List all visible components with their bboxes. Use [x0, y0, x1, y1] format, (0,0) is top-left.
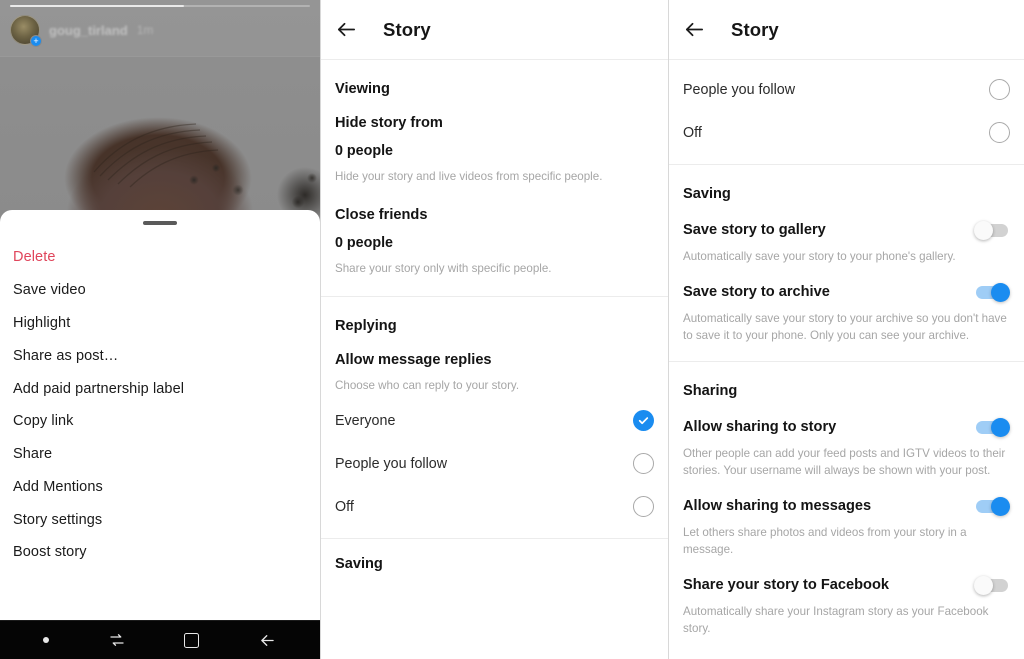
android-navigation-bar — [0, 620, 320, 659]
sheet-item-boost-story[interactable]: Boost story — [13, 536, 307, 569]
sheet-item-add-paid-partnership-label[interactable]: Add paid partnership label — [13, 372, 307, 405]
row-allow-sharing-to-story: Allow sharing to story Other people can … — [683, 417, 1010, 479]
story-action-list: Delete Save video Highlight Share as pos… — [13, 241, 307, 569]
back-arrow-icon[interactable] — [683, 18, 707, 42]
story-progress-bar — [10, 5, 310, 7]
section-heading-replying: Replying — [335, 317, 397, 334]
plus-badge-icon[interactable]: + — [30, 35, 42, 47]
row-subtitle: Let others share photos and videos from … — [683, 526, 967, 556]
radio-empty-icon[interactable] — [633, 453, 654, 475]
toggle-allow-sharing-to-messages[interactable] — [974, 496, 1010, 516]
row-title: Allow message replies — [335, 351, 492, 368]
option-label: Everyone — [335, 412, 396, 429]
sheet-item-save-video[interactable]: Save video — [13, 274, 307, 307]
toggle-save-story-to-archive[interactable] — [974, 282, 1010, 302]
sheet-item-story-settings[interactable]: Story settings — [13, 503, 307, 536]
sharing-section: Sharing Allow sharing to story Other peo… — [669, 362, 1024, 637]
row-save-story-to-archive: Save story to archive Automatically save… — [683, 282, 1010, 344]
story-header-divider — [0, 56, 320, 57]
radio-empty-icon[interactable] — [989, 79, 1010, 100]
saving-section: Saving Save story to gallery Automatical… — [669, 165, 1024, 344]
story-settings-panel-2: Story People you follow Off Saving Save … — [668, 0, 1024, 659]
appbar-divider — [669, 59, 1024, 60]
page-title: Story — [383, 18, 431, 40]
row-allow-sharing-to-messages: Allow sharing to messages Let others sha… — [683, 496, 1010, 558]
row-subtitle: Automatically share your Instagram story… — [683, 605, 989, 635]
row-title: Share your story to Facebook — [683, 577, 889, 594]
option-label: Off — [335, 498, 354, 515]
option-label: People you follow — [683, 81, 796, 98]
sheet-item-highlight[interactable]: Highlight — [13, 307, 307, 340]
row-value: 0 people — [335, 143, 393, 159]
section-heading-saving: Saving — [683, 186, 731, 202]
story-viewer-panel: + goug_tirland 1m Delete Save video High… — [0, 0, 320, 659]
row-subtitle: Share your story only with specific peop… — [335, 262, 552, 276]
back-arrow-icon[interactable] — [335, 18, 359, 42]
row-subtitle: Automatically save your story to your ph… — [683, 250, 956, 263]
section-heading-viewing: Viewing — [335, 81, 390, 97]
story-timestamp: 1m — [136, 23, 154, 37]
row-title: Save story to gallery — [683, 222, 826, 238]
home-icon[interactable] — [184, 632, 200, 648]
back-icon[interactable] — [258, 631, 277, 650]
option-label: Off — [683, 124, 702, 141]
reply-option-people-you-follow[interactable]: People you follow — [683, 79, 1010, 100]
row-subtitle: Other people can add your feed posts and… — [683, 447, 1006, 477]
section-heading-saving: Saving — [335, 556, 383, 573]
row-allow-message-replies: Allow message replies Choose who can rep… — [335, 352, 654, 394]
viewing-section: Viewing Hide story from 0 people Hide yo… — [321, 60, 668, 278]
row-subtitle: Automatically save your story to your ar… — [683, 312, 1007, 342]
story-action-sheet: Delete Save video Highlight Share as pos… — [0, 210, 320, 620]
toggle-save-story-to-gallery[interactable] — [974, 220, 1010, 240]
sheet-item-share[interactable]: Share — [13, 438, 307, 471]
story-hair-detail — [93, 123, 219, 188]
radio-empty-icon[interactable] — [989, 122, 1010, 143]
reply-option-off[interactable]: Off — [683, 122, 1010, 143]
reply-option-off[interactable]: Off — [335, 496, 654, 518]
story-header: + goug_tirland 1m — [0, 0, 320, 56]
toggle-allow-sharing-to-story[interactable] — [974, 417, 1010, 437]
assistant-dot-icon[interactable] — [43, 637, 50, 643]
sheet-item-share-as-post[interactable]: Share as post… — [13, 339, 307, 372]
row-close-friends[interactable]: Close friends 0 people Share your story … — [335, 207, 654, 277]
sheet-item-copy-link[interactable]: Copy link — [13, 405, 307, 438]
saving-section: Saving — [321, 539, 668, 572]
row-share-your-story-to-facebook: Share your story to Facebook Automatical… — [683, 575, 1010, 637]
reply-option-everyone[interactable]: Everyone — [335, 410, 654, 432]
recents-icon[interactable] — [108, 631, 126, 649]
row-title: Save story to archive — [683, 284, 830, 301]
page-title: Story — [731, 18, 779, 40]
avatar[interactable]: + — [10, 15, 42, 47]
row-hide-story-from[interactable]: Hide story from 0 people Hide your story… — [335, 115, 654, 185]
screenshot-root: + goug_tirland 1m Delete Save video High… — [0, 0, 1024, 659]
option-label: People you follow — [335, 455, 448, 472]
story-settings-panel-1: Story Viewing Hide story from 0 people H… — [320, 0, 668, 659]
sheet-item-add-mentions[interactable]: Add Mentions — [13, 470, 307, 503]
row-title: Hide story from — [335, 115, 443, 131]
row-title: Close friends — [335, 207, 428, 224]
reply-option-people-you-follow[interactable]: People you follow — [335, 453, 654, 475]
radio-empty-icon[interactable] — [633, 496, 654, 518]
drag-handle-icon[interactable] — [143, 221, 177, 225]
story-username[interactable]: goug_tirland — [49, 23, 128, 38]
replying-section: Replying Allow message replies Choose wh… — [321, 297, 668, 518]
row-save-story-to-gallery: Save story to gallery Automatically save… — [683, 220, 1010, 265]
section-heading-sharing: Sharing — [683, 383, 738, 400]
radio-checked-icon[interactable] — [633, 410, 654, 432]
row-value: 0 people — [335, 235, 393, 252]
appbar: Story — [321, 0, 668, 59]
row-title: Allow sharing to story — [683, 419, 837, 436]
row-subtitle: Hide your story and live videos from spe… — [335, 170, 603, 183]
row-title: Allow sharing to messages — [683, 498, 872, 515]
sheet-item-delete[interactable]: Delete — [13, 241, 307, 274]
appbar: Story — [669, 0, 1024, 59]
row-subtitle: Choose who can reply to your story. — [335, 378, 520, 392]
toggle-share-your-story-to-facebook[interactable] — [974, 575, 1010, 595]
reply-options-section: People you follow Off — [669, 79, 1024, 143]
